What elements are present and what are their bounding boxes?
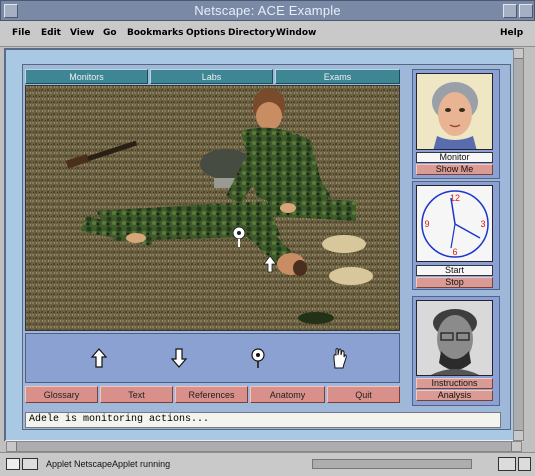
mail-status-icon[interactable] (498, 457, 516, 471)
menu-options[interactable]: Options (186, 28, 225, 38)
title-bar: Netscape: ACE Example (0, 0, 535, 21)
status-bar-text: Applet NetscapeApplet running (46, 459, 171, 469)
stethoscope-icon[interactable] (249, 347, 267, 369)
menu-view[interactable]: View (70, 28, 94, 38)
clock-number-3: 3 (480, 219, 485, 229)
minimize-button[interactable] (503, 4, 517, 18)
glossary-button[interactable]: Glossary (25, 386, 98, 403)
instructor-photo (416, 300, 493, 376)
horizontal-scrollbar[interactable] (6, 441, 522, 452)
instructions-button[interactable]: Instructions (416, 378, 493, 389)
clock-number-9: 9 (424, 219, 429, 229)
progress-bar (312, 459, 472, 469)
analysis-button[interactable]: Analysis (416, 390, 493, 401)
clock-face: 12 3 6 9 (416, 185, 493, 262)
clock-number-6: 6 (452, 247, 457, 257)
simulation-scene[interactable] (25, 85, 400, 331)
text-button[interactable]: Text (100, 386, 173, 403)
tab-monitors[interactable]: Monitors (25, 69, 148, 84)
menu-edit[interactable]: Edit (41, 28, 61, 38)
monitor-label: Monitor (416, 152, 493, 163)
menu-go[interactable]: Go (103, 28, 117, 38)
tab-exams[interactable]: Exams (275, 69, 400, 84)
stop-button[interactable]: Stop (416, 277, 493, 288)
timer-label: Start (416, 265, 493, 276)
browser-status-bar: Applet NetscapeApplet running (0, 452, 535, 476)
menu-directory[interactable]: Directory (228, 28, 275, 38)
window-title: Netscape: ACE Example (194, 3, 341, 18)
mail-icon[interactable] (22, 458, 38, 470)
menu-file[interactable]: File (12, 28, 30, 38)
quit-button[interactable]: Quit (327, 386, 400, 403)
monitor-avatar (416, 73, 493, 150)
menu-bar: File Edit View Go Bookmarks Options Dire… (0, 21, 535, 47)
references-button[interactable]: References (175, 386, 248, 403)
show-me-button[interactable]: Show Me (416, 164, 493, 175)
sandbag-graphic (322, 235, 366, 253)
security-key-icon (6, 458, 20, 470)
scene-graphic (26, 86, 399, 330)
menu-bookmarks[interactable]: Bookmarks (127, 28, 183, 38)
up-arrow-icon[interactable] (90, 347, 108, 369)
status-message: Adele is monitoring actions... (25, 412, 501, 428)
maximize-button[interactable] (519, 4, 533, 18)
menu-help[interactable]: Help (500, 28, 523, 38)
hand-icon[interactable] (330, 347, 348, 369)
tab-labs[interactable]: Labs (150, 69, 273, 84)
vertical-scrollbar[interactable] (513, 48, 524, 441)
menu-window[interactable]: Window (276, 28, 316, 38)
component-bar-icon[interactable] (518, 457, 531, 471)
anatomy-button[interactable]: Anatomy (250, 386, 325, 403)
down-arrow-icon[interactable] (170, 347, 188, 369)
